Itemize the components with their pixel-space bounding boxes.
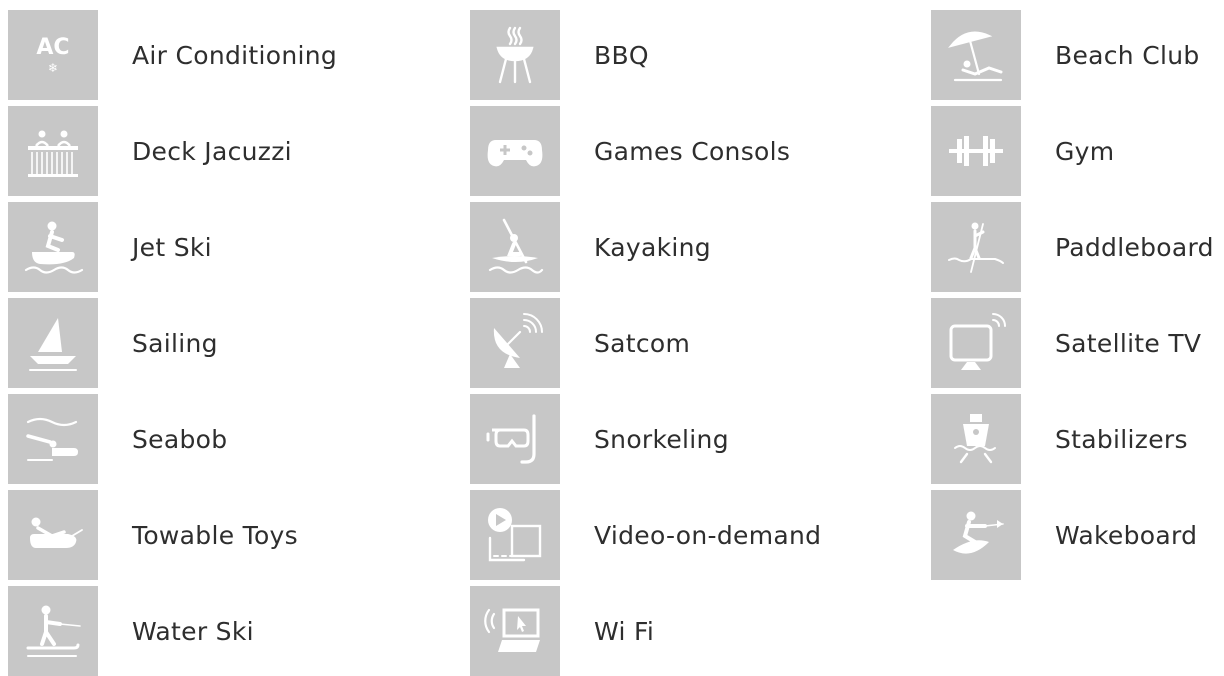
amenity-satcom: Satcom	[470, 298, 690, 388]
amenity-label: BBQ	[594, 40, 649, 70]
amenity-snorkeling: Snorkeling	[470, 394, 729, 484]
water-ski-icon	[8, 586, 98, 676]
amenity-label: Wakeboard	[1055, 520, 1198, 550]
amenity-beach-club: Beach Club	[931, 10, 1200, 100]
video-on-demand-icon	[470, 490, 560, 580]
satellite-dish-icon	[470, 298, 560, 388]
sailboat-icon	[8, 298, 98, 388]
amenity-satellite-tv: Satellite TV	[931, 298, 1201, 388]
dumbbell-icon	[931, 106, 1021, 196]
amenity-label: Beach Club	[1055, 40, 1200, 70]
amenity-label: Snorkeling	[594, 424, 729, 454]
amenity-jet-ski: Jet Ski	[8, 202, 212, 292]
amenities-grid: AC ❄ Air Conditioning BBQ Beach Club Dec…	[0, 0, 1224, 676]
amenity-label: Jet Ski	[132, 232, 212, 262]
paddleboard-icon	[931, 202, 1021, 292]
amenity-water-ski: Water Ski	[8, 586, 254, 676]
amenity-stabilizers: Stabilizers	[931, 394, 1188, 484]
amenity-label: Kayaking	[594, 232, 711, 262]
amenity-label: Water Ski	[132, 616, 254, 646]
beach-club-icon	[931, 10, 1021, 100]
amenity-label: Stabilizers	[1055, 424, 1188, 454]
amenity-label: Seabob	[132, 424, 228, 454]
amenity-video-on-demand: Video-on-demand	[470, 490, 821, 580]
amenity-air-conditioning: AC ❄ Air Conditioning	[8, 10, 337, 100]
svg-text:AC: AC	[36, 35, 69, 60]
amenity-games-consols: Games Consols	[470, 106, 790, 196]
amenity-gym: Gym	[931, 106, 1114, 196]
amenity-label: Towable Toys	[132, 520, 298, 550]
amenity-label: Games Consols	[594, 136, 791, 166]
amenity-sailing: Sailing	[8, 298, 218, 388]
amenity-wakeboard: Wakeboard	[931, 490, 1197, 580]
amenity-label: Satcom	[594, 328, 691, 358]
snorkel-mask-icon	[470, 394, 560, 484]
amenity-label: Wi Fi	[594, 616, 655, 646]
amenity-towable-toys: Towable Toys	[8, 490, 298, 580]
amenity-label: Satellite TV	[1055, 328, 1202, 358]
svg-text:❄: ❄	[48, 61, 58, 75]
amenity-deck-jacuzzi: Deck Jacuzzi	[8, 106, 292, 196]
deck-jacuzzi-icon	[8, 106, 98, 196]
amenity-label: Sailing	[132, 328, 218, 358]
amenity-kayaking: Kayaking	[470, 202, 711, 292]
satellite-tv-icon	[931, 298, 1021, 388]
amenity-seabob: Seabob	[8, 394, 227, 484]
game-controller-icon	[470, 106, 560, 196]
amenity-label: Deck Jacuzzi	[132, 136, 292, 166]
amenity-label: Video-on-demand	[594, 520, 822, 550]
wifi-laptop-icon	[470, 586, 560, 676]
kayak-icon	[470, 202, 560, 292]
air-conditioning-icon: AC ❄	[8, 10, 98, 100]
amenity-label: Paddleboard	[1055, 232, 1214, 262]
wakeboard-icon	[931, 490, 1021, 580]
amenity-bbq: BBQ	[470, 10, 649, 100]
stabilizers-icon	[931, 394, 1021, 484]
bbq-grill-icon	[470, 10, 560, 100]
amenity-paddleboard: Paddleboard	[931, 202, 1214, 292]
jet-ski-icon	[8, 202, 98, 292]
amenity-label: Air Conditioning	[132, 40, 338, 70]
amenity-label: Gym	[1055, 136, 1115, 166]
seabob-icon	[8, 394, 98, 484]
towable-toys-icon	[8, 490, 98, 580]
amenity-wi-fi: Wi Fi	[470, 586, 654, 676]
